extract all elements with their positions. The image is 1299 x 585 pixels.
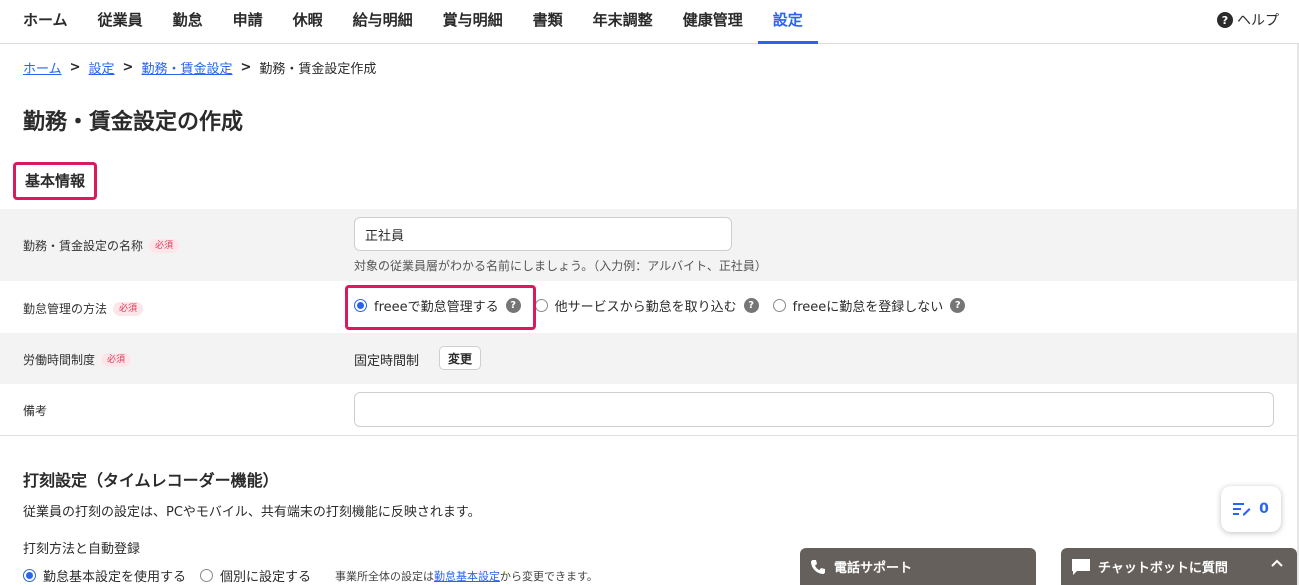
form-row-name: 勤務・賃金設定の名称 必須 正社員 対象の従業員層がわかる名前にしましょう。（入… bbox=[0, 209, 1297, 281]
form-row-notes: 備考 bbox=[0, 384, 1297, 435]
settings-name-input[interactable]: 正社員 bbox=[354, 217, 732, 251]
chat-icon bbox=[1072, 558, 1090, 575]
phone-icon bbox=[811, 559, 825, 574]
form-row-attendance-method: 勤怠管理の方法 必須 freeeで勤怠管理する ? 他サービスから勤怠を取り込む… bbox=[0, 281, 1297, 333]
label-text: 勤務・賃金設定の名称 bbox=[23, 239, 144, 253]
section-title-basic-info: 基本情報 bbox=[13, 162, 98, 200]
todo-list-icon bbox=[1233, 503, 1251, 516]
radio-label: 勤怠基本設定を使用する bbox=[43, 570, 187, 585]
help-icon: ? bbox=[1217, 12, 1233, 28]
tab-settings[interactable]: 設定 bbox=[757, 0, 818, 44]
work-hours-value: 固定時間制 bbox=[354, 354, 420, 369]
todo-button[interactable]: 0 bbox=[1221, 486, 1281, 532]
tab-bonus-slips[interactable]: 賞与明細 bbox=[428, 0, 518, 44]
radio-dot bbox=[772, 299, 786, 312]
field-label-notes: 備考 bbox=[23, 402, 47, 419]
chevron-right-icon: > bbox=[69, 60, 81, 75]
note-prefix: 事業所全体の設定は bbox=[335, 569, 435, 583]
notes-input[interactable] bbox=[354, 392, 1274, 427]
breadcrumb-current: 勤務・賃金設定作成 bbox=[259, 62, 377, 77]
radio-dot bbox=[23, 569, 36, 582]
radio-label: 他サービスから勤怠を取り込む bbox=[554, 300, 737, 315]
breadcrumb: ホーム > 設定 > 勤務・賃金設定 > 勤務・賃金設定作成 bbox=[23, 58, 376, 77]
radio-individual-settings[interactable]: 個別に設定する bbox=[200, 566, 311, 585]
label-text: 勤怠管理の方法 bbox=[23, 302, 108, 316]
required-badge: 必須 bbox=[113, 301, 144, 316]
note-suffix: から変更できます。 bbox=[500, 569, 598, 583]
radio-use-basic-settings[interactable]: 勤怠基本設定を使用する bbox=[23, 566, 186, 585]
chatbot-label: チャットボットに質問 bbox=[1098, 561, 1228, 576]
required-badge: 必須 bbox=[149, 238, 180, 253]
section-title-clock: 打刻設定（タイムレコーダー機能） bbox=[23, 471, 279, 490]
tab-documents[interactable]: 書類 bbox=[518, 0, 578, 44]
tab-payslips[interactable]: 給与明細 bbox=[338, 0, 428, 44]
todo-count: 0 bbox=[1259, 501, 1269, 517]
name-input-hint: 対象の従業員層がわかる名前にしましょう。（入力例：アルバイト、正社員） bbox=[354, 259, 767, 273]
nav-tabs: ホーム 従業員 勤怠 申請 休暇 給与明細 賞与明細 書類 年末調整 健康管理 … bbox=[0, 0, 818, 44]
tab-health[interactable]: 健康管理 bbox=[668, 0, 758, 44]
field-label-name: 勤務・賃金設定の名称 必須 bbox=[23, 237, 180, 254]
radio-no-attendance[interactable]: freeeに勤怠を登録しない ? bbox=[772, 296, 966, 315]
clock-description: 従業員の打刻の設定は、PCやモバイル、共有端末の打刻機能に反映されます。 bbox=[23, 505, 481, 520]
chatbot-button[interactable]: チャットボットに質問 bbox=[1061, 548, 1297, 585]
chevron-up-icon[interactable] bbox=[1271, 558, 1283, 568]
breadcrumb-settings[interactable]: 設定 bbox=[89, 58, 115, 77]
highlight-annotation bbox=[345, 285, 536, 330]
field-label-attendance-method: 勤怠管理の方法 必須 bbox=[23, 300, 144, 317]
change-button[interactable]: 変更 bbox=[439, 346, 482, 370]
tab-requests[interactable]: 申請 bbox=[218, 0, 278, 44]
phone-support-label: 電話サポート bbox=[834, 561, 913, 576]
form-row-work-hours: 労働時間制度 必須 固定時間制 変更 bbox=[0, 333, 1297, 384]
tab-employees[interactable]: 従業員 bbox=[83, 0, 158, 44]
help-label: ヘルプ bbox=[1237, 13, 1279, 29]
page-title: 勤務・賃金設定の作成 bbox=[23, 110, 244, 135]
clock-method-radio-group: 勤怠基本設定を使用する 個別に設定する 事業所全体の設定は勤怠基本設定から変更で… bbox=[23, 566, 598, 585]
phone-support-button[interactable]: 電話サポート bbox=[800, 548, 1036, 585]
section-divider bbox=[0, 435, 1297, 436]
clock-note: 事業所全体の設定は勤怠基本設定から変更できます。 bbox=[335, 568, 598, 584]
field-label-work-hours: 労働時間制度 必須 bbox=[23, 351, 132, 368]
chevron-right-icon: > bbox=[240, 60, 252, 75]
top-nav: ホーム 従業員 勤怠 申請 休暇 給与明細 賞与明細 書類 年末調整 健康管理 … bbox=[0, 0, 1299, 44]
help-icon[interactable]: ? bbox=[743, 298, 759, 313]
radio-label: 個別に設定する bbox=[220, 570, 312, 585]
radio-dot bbox=[534, 299, 548, 312]
breadcrumb-home[interactable]: ホーム bbox=[23, 58, 62, 77]
help-link[interactable]: ? ヘルプ bbox=[1217, 10, 1279, 30]
tab-attendance[interactable]: 勤怠 bbox=[158, 0, 218, 44]
label-text: 労働時間制度 bbox=[23, 353, 96, 367]
tab-year-end[interactable]: 年末調整 bbox=[578, 0, 668, 44]
required-badge: 必須 bbox=[101, 352, 132, 367]
radio-import-other-service[interactable]: 他サービスから勤怠を取り込む ? bbox=[534, 296, 759, 315]
basic-settings-link[interactable]: 勤怠基本設定 bbox=[434, 570, 500, 583]
tab-home[interactable]: ホーム bbox=[0, 0, 83, 44]
tab-leave[interactable]: 休暇 bbox=[278, 0, 338, 44]
chevron-right-icon: > bbox=[122, 60, 134, 75]
radio-dot bbox=[200, 569, 214, 582]
clock-subheading: 打刻方法と自動登録 bbox=[23, 542, 141, 557]
breadcrumb-work-wage-settings[interactable]: 勤務・賃金設定 bbox=[141, 58, 232, 77]
label-text: 備考 bbox=[23, 404, 48, 418]
help-icon[interactable]: ? bbox=[950, 298, 966, 313]
radio-label: freeeに勤怠を登録しない bbox=[792, 300, 944, 315]
